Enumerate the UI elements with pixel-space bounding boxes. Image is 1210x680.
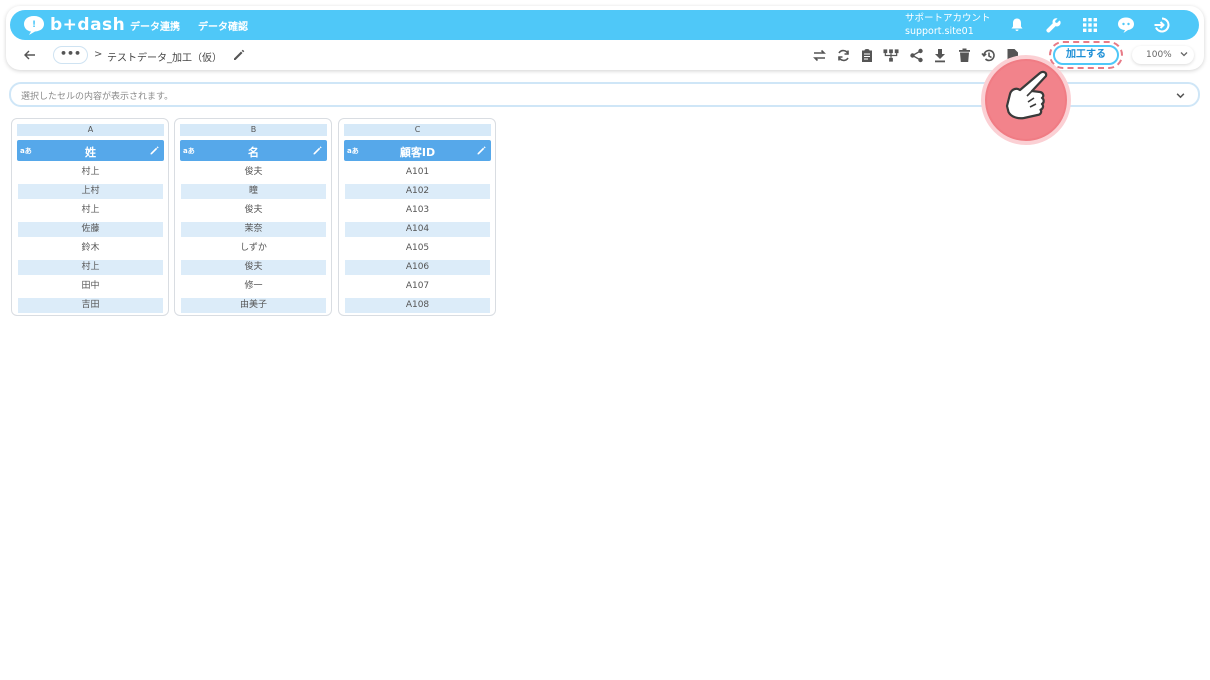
apps-grid-icon[interactable] <box>1080 15 1100 35</box>
table-cell[interactable]: A107 <box>345 279 490 294</box>
nav-data-check[interactable]: データ確認 <box>198 18 248 33</box>
svg-text:!: ! <box>32 20 36 30</box>
bell-icon[interactable] <box>1007 15 1027 35</box>
cell-content-placeholder: 選択したセルの内容が表示されます。 <box>21 92 174 102</box>
table-cell[interactable]: 鈴木 <box>18 241 163 256</box>
edit-title-pencil-icon[interactable] <box>232 48 246 62</box>
column-letter[interactable]: A <box>17 124 164 136</box>
column-header[interactable]: aあ 顧客ID <box>344 140 491 161</box>
clipboard-icon[interactable] <box>859 47 875 63</box>
refresh-icon[interactable] <box>835 47 851 63</box>
table-cell[interactable]: A102 <box>345 184 490 199</box>
table-cell[interactable]: A108 <box>345 298 490 313</box>
zoom-select[interactable]: 100% <box>1132 46 1194 64</box>
pointing-hand-icon <box>981 55 1071 145</box>
swap-icon[interactable] <box>811 47 827 63</box>
edit-column-pencil-icon[interactable] <box>476 145 487 156</box>
chevron-down-icon <box>1176 92 1184 98</box>
breadcrumb-separator: > <box>94 49 103 60</box>
column-b: Baあ名俊夫瞳俊夫 茉奈 しずか 俊夫 修一 由美子 <box>174 118 332 316</box>
table-cell[interactable]: A104 <box>345 222 490 237</box>
table-cell[interactable]: 俊夫 <box>181 165 326 180</box>
table-cell[interactable]: 瞳 <box>181 184 326 199</box>
chat-bot-icon[interactable] <box>1116 15 1136 35</box>
app-logo[interactable]: ! b+dash <box>22 13 125 37</box>
column-name: 顧客ID <box>399 146 436 159</box>
table-cell[interactable]: 茉奈 <box>181 222 326 237</box>
table-cell[interactable]: A105 <box>345 241 490 256</box>
table-cell[interactable]: 吉田 <box>18 298 163 313</box>
table-cell[interactable]: 佐藤 <box>18 222 163 237</box>
column-header[interactable]: aあ名 <box>180 140 327 161</box>
back-arrow-icon[interactable] <box>22 48 38 62</box>
expand-cellbar-button[interactable] <box>1172 87 1188 103</box>
trash-icon[interactable] <box>956 47 972 63</box>
logo-bubble-icon: ! <box>24 16 44 35</box>
logout-icon[interactable] <box>1152 15 1172 35</box>
column-c: Caあ 顧客ID A101 A102 A103 A104 A105 A106 A107 A108 <box>338 118 496 316</box>
table-cell[interactable]: 村上 <box>18 165 163 180</box>
nav-data-integration[interactable]: データ連携 <box>130 18 180 33</box>
table-cell[interactable]: A103 <box>345 203 490 218</box>
share-icon[interactable] <box>908 47 924 63</box>
table-cell[interactable]: 修一 <box>181 279 326 294</box>
table-cell[interactable]: 村上 <box>18 203 163 218</box>
table-cell[interactable]: 上村 <box>18 184 163 199</box>
column-letter[interactable]: B <box>180 124 327 136</box>
network-icon[interactable] <box>883 47 899 63</box>
edit-column-pencil-icon[interactable] <box>312 145 323 156</box>
edit-column-pencil-icon[interactable] <box>149 145 160 156</box>
account-info[interactable]: サポートアカウント support.site01 <box>905 12 991 38</box>
column-header[interactable]: aあ姓 <box>17 140 164 161</box>
zoom-value: 100% <box>1146 50 1172 60</box>
top-navbar: ! b+dash データ連携 データ確認 サポートアカウント support.s… <box>10 10 1199 40</box>
account-site: support.site01 <box>905 26 974 37</box>
account-name: サポートアカウント <box>905 13 991 24</box>
chevron-down-icon <box>1180 52 1188 57</box>
column-name: 名 <box>248 146 259 159</box>
column-a: Aaあ姓村上 上村 村上 佐藤 鈴木 村上 田中 吉田 <box>11 118 169 316</box>
page-title: テストデータ_加工（仮） <box>107 53 222 64</box>
table-cell[interactable]: 田中 <box>18 279 163 294</box>
logo-text: b+dash <box>50 15 126 35</box>
column-name: 姓 <box>85 146 96 159</box>
table-cell[interactable]: 村上 <box>18 260 163 275</box>
breadcrumb-more-button[interactable]: ••• <box>53 46 88 64</box>
table-cell[interactable]: 俊夫 <box>181 260 326 275</box>
table-cell[interactable]: 由美子 <box>181 298 326 313</box>
table-cell[interactable]: A101 <box>345 165 490 180</box>
table-cell[interactable]: A106 <box>345 260 490 275</box>
wrench-icon[interactable] <box>1043 15 1063 35</box>
table-cell[interactable]: 俊夫 <box>181 203 326 218</box>
column-letter[interactable]: C <box>344 124 491 136</box>
download-icon[interactable] <box>932 47 948 63</box>
table-cell[interactable]: しずか <box>181 241 326 256</box>
